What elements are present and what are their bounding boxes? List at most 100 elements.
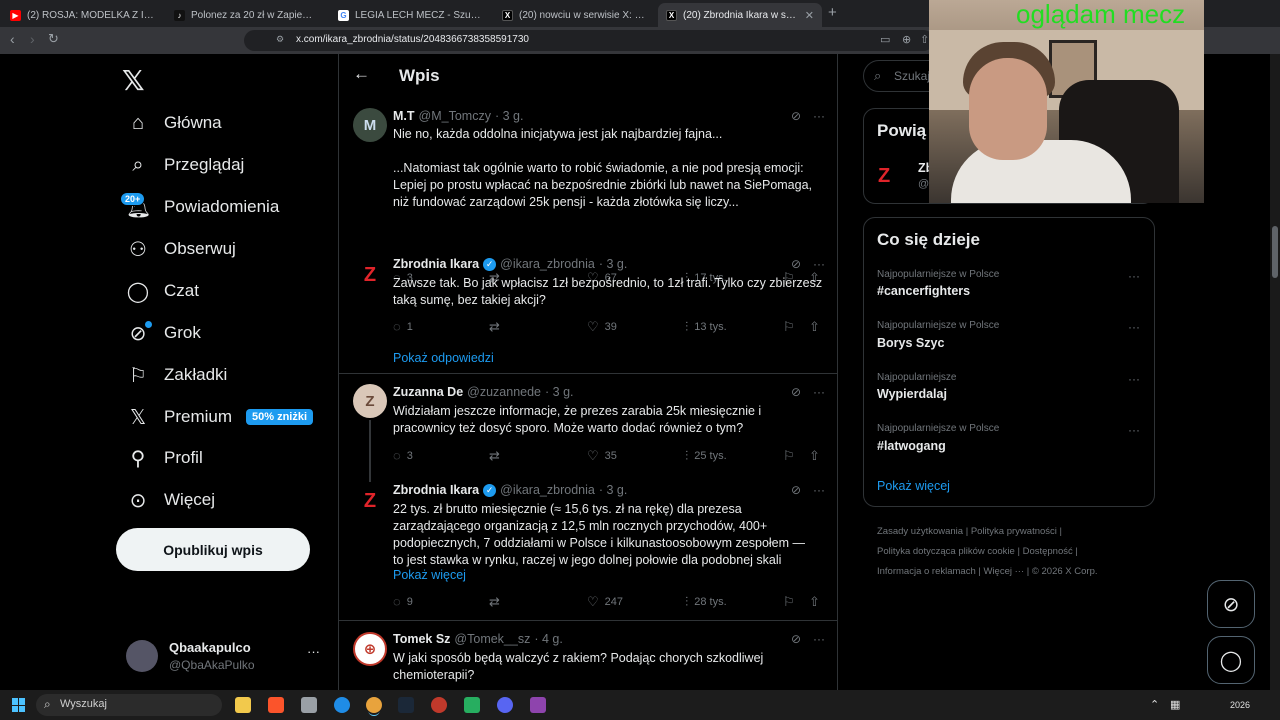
nav-item-grok[interactable]: ⊘ Grok bbox=[126, 318, 201, 348]
author-name[interactable]: Zbrodnia Ikara bbox=[393, 257, 479, 271]
file-explorer-icon[interactable] bbox=[235, 697, 251, 713]
bookmark-button[interactable]: ⚐ bbox=[783, 448, 795, 464]
avatar[interactable]: Z bbox=[878, 165, 912, 199]
share-icon[interactable]: ⇧ bbox=[920, 33, 929, 46]
account-switcher[interactable]: Qbaakapulco @QbaAkaPulko ··· bbox=[126, 638, 326, 674]
site-info-icon[interactable]: ⚙ bbox=[276, 34, 284, 45]
footer-link[interactable]: Polityka dotycząca plików cookie bbox=[877, 546, 1015, 557]
grok-floating-button[interactable]: ⊘ bbox=[1207, 580, 1255, 628]
views-button[interactable]: ⫶ 13 tys. bbox=[685, 319, 727, 335]
more-dots-icon[interactable]: ··· bbox=[813, 385, 825, 399]
avatar[interactable]: Z bbox=[353, 484, 387, 518]
cast-icon[interactable]: ▭ bbox=[880, 33, 890, 46]
browser-tab-active[interactable]: X (20) Zbrodnia Ikara w serwisie X: ✕ bbox=[658, 3, 822, 27]
more-dots-icon[interactable]: ··· bbox=[1128, 320, 1140, 334]
nav-item-explore[interactable]: ⌕ Przeglądaj bbox=[126, 150, 244, 180]
nav-item-chat[interactable]: ◯ Czat bbox=[126, 276, 199, 306]
bookmark-button[interactable]: ⚐ bbox=[783, 594, 795, 610]
app-icon[interactable] bbox=[530, 697, 546, 713]
repost-button[interactable]: ⇄ bbox=[489, 448, 500, 464]
author-name[interactable]: Zuzanna De bbox=[393, 385, 463, 399]
app-icon[interactable] bbox=[301, 697, 317, 713]
avatar[interactable]: Z bbox=[353, 258, 387, 292]
nav-item-notifications[interactable]: 🔔︎ Powiadomienia bbox=[126, 192, 279, 222]
avatar[interactable]: M bbox=[353, 108, 387, 142]
close-tab-icon[interactable]: ✕ bbox=[805, 9, 814, 22]
taskbar-search[interactable]: ⌕ Wyszukaj bbox=[36, 694, 222, 716]
repost-button[interactable]: ⇄ bbox=[489, 594, 500, 610]
footer-link[interactable]: Więcej ··· bbox=[983, 566, 1024, 577]
author-handle[interactable]: @ikara_zbrodnia bbox=[500, 257, 595, 271]
grok-icon[interactable]: ⊘ bbox=[791, 385, 801, 399]
chrome-icon[interactable] bbox=[366, 697, 382, 713]
author-handle[interactable]: @Tomek__sz bbox=[454, 632, 530, 646]
more-dots-icon[interactable]: ··· bbox=[813, 257, 825, 271]
browser-tab[interactable]: ▶ (2) ROSJA: MODELKA Z INSTAGRAMA bbox=[2, 3, 162, 27]
more-dots-icon[interactable]: ··· bbox=[813, 483, 825, 497]
page-scrollbar[interactable] bbox=[1270, 54, 1280, 690]
steam-icon[interactable] bbox=[398, 697, 414, 713]
discord-icon[interactable] bbox=[497, 697, 513, 713]
edge-icon[interactable] bbox=[334, 697, 350, 713]
forward-icon[interactable]: › bbox=[30, 31, 35, 47]
nav-item-follow[interactable]: ⚇ Obserwuj bbox=[126, 234, 236, 264]
nav-item-premium[interactable]: 𝕏 Premium 50% zniżki bbox=[126, 402, 314, 432]
author-handle[interactable]: @zuzannede bbox=[467, 385, 541, 399]
author-name[interactable]: Tomek Sz bbox=[393, 632, 450, 646]
reply-button[interactable]: ◌ 1 bbox=[393, 319, 413, 334]
tray-chevron-icon[interactable]: ⌃ bbox=[1150, 698, 1159, 711]
nav-item-more[interactable]: ⊙ Więcej bbox=[126, 485, 215, 515]
more-dots-icon[interactable]: ··· bbox=[1128, 372, 1140, 386]
like-button[interactable]: ♡ 39 bbox=[587, 319, 617, 335]
more-dots-icon[interactable]: ··· bbox=[813, 109, 825, 123]
new-tab-icon[interactable]: + bbox=[828, 4, 837, 21]
author-handle[interactable]: @M_Tomczy bbox=[419, 109, 491, 123]
show-replies-link[interactable]: Pokaż odpowiedzi bbox=[393, 351, 494, 365]
messages-floating-button[interactable]: ◯ bbox=[1207, 636, 1255, 684]
browser-tab[interactable]: X (20) nowciu w serwisie X: „jedziemy bbox=[494, 3, 654, 27]
share-button[interactable]: ⇧ bbox=[809, 594, 820, 610]
like-button[interactable]: ♡ 247 bbox=[587, 594, 623, 610]
x-logo-icon[interactable]: 𝕏 bbox=[122, 64, 145, 97]
avatar[interactable]: Z bbox=[353, 384, 387, 418]
bookmark-button[interactable]: ⚐ bbox=[783, 319, 795, 335]
nav-item-profile[interactable]: ⚲ Profil bbox=[126, 443, 203, 473]
grok-icon[interactable]: ⊘ bbox=[791, 109, 801, 123]
more-dots-icon[interactable]: ··· bbox=[813, 632, 825, 646]
nav-item-home[interactable]: ⌂ Główna bbox=[126, 108, 222, 138]
avatar[interactable]: ⊕ bbox=[353, 632, 387, 666]
tray-icon[interactable]: ▦ bbox=[1170, 698, 1180, 711]
views-button[interactable]: ⫶ 28 tys. bbox=[685, 594, 727, 610]
brave-browser-icon[interactable] bbox=[268, 697, 284, 713]
repost-button[interactable]: ⇄ bbox=[489, 319, 500, 335]
share-button[interactable]: ⇧ bbox=[809, 448, 820, 464]
nav-item-bookmarks[interactable]: ⚐ Zakładki bbox=[126, 360, 227, 390]
more-dots-icon[interactable]: ··· bbox=[1128, 423, 1140, 437]
show-more-trends-link[interactable]: Pokaż więcej bbox=[877, 479, 950, 493]
browser-tab[interactable]: ♪ Polonez za 20 zł w ZapieCARkach | T bbox=[166, 3, 326, 27]
back-arrow-icon[interactable]: ← bbox=[353, 64, 370, 84]
grok-icon[interactable]: ⊘ bbox=[791, 632, 801, 646]
reply-button[interactable]: ◌ 3 bbox=[393, 448, 413, 463]
grok-icon[interactable]: ⊘ bbox=[791, 483, 801, 497]
app-icon[interactable] bbox=[464, 697, 480, 713]
footer-link[interactable]: Zasady użytkowania bbox=[877, 526, 963, 537]
author-name[interactable]: M.T bbox=[393, 109, 415, 123]
zoom-icon[interactable]: ⊕ bbox=[902, 33, 911, 46]
like-button[interactable]: ♡ 35 bbox=[587, 448, 617, 464]
grok-icon[interactable]: ⊘ bbox=[791, 257, 801, 271]
author-name[interactable]: Zbrodnia Ikara bbox=[393, 483, 479, 497]
browser-tab[interactable]: G LEGIA LECH MECZ - Szukaj w Google bbox=[330, 3, 490, 27]
scrollbar-thumb[interactable] bbox=[1272, 226, 1278, 278]
author-handle[interactable]: @ikara_zbrodnia bbox=[500, 483, 595, 497]
share-button[interactable]: ⇧ bbox=[809, 319, 820, 335]
footer-link[interactable]: Polityka prywatności bbox=[971, 526, 1057, 537]
reload-icon[interactable]: ↻ bbox=[48, 31, 59, 47]
back-icon[interactable]: ‹ bbox=[10, 31, 15, 47]
app-icon[interactable] bbox=[431, 697, 447, 713]
more-dots-icon[interactable]: ··· bbox=[1128, 269, 1140, 283]
views-button[interactable]: ⫶ 25 tys. bbox=[685, 448, 727, 464]
reply-button[interactable]: ◌ 9 bbox=[393, 594, 413, 609]
address-bar[interactable]: ⚙ x.com/ikara_zbrodnia/status/2048366738… bbox=[244, 30, 934, 51]
show-more-link[interactable]: Pokaż więcej bbox=[393, 568, 466, 582]
